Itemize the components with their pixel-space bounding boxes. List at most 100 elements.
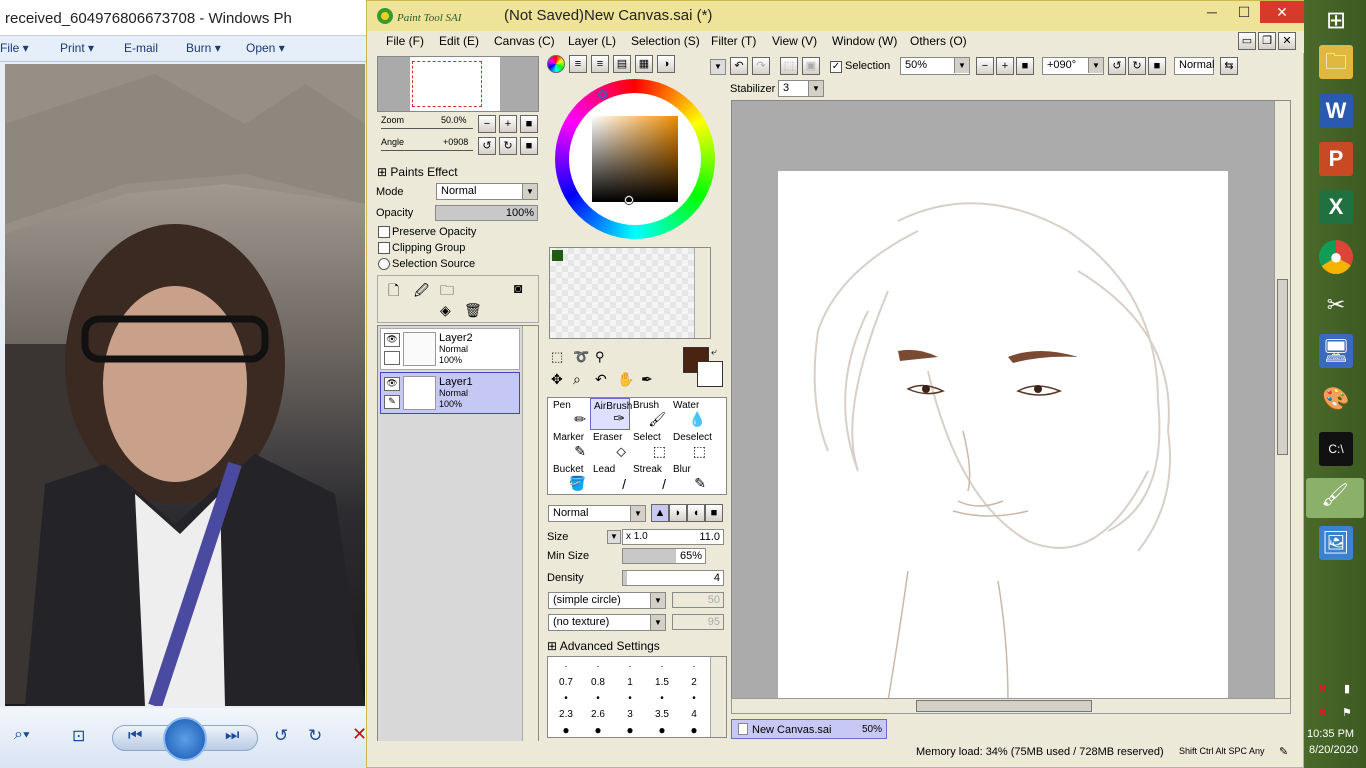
chrome-icon[interactable]: ● — [1319, 240, 1353, 274]
layer-scrollbar[interactable] — [522, 326, 538, 764]
presets-scrollbar[interactable] — [710, 657, 726, 737]
menu-email[interactable]: E-mail — [124, 41, 158, 55]
tool-airbrush[interactable]: AirBrush ✑ — [590, 398, 632, 430]
invert-selection-button[interactable]: ▣ — [802, 57, 820, 75]
saturation-value-square[interactable] — [592, 116, 678, 202]
sai-titlebar[interactable]: Paint Tool SAI (Not Saved)New Canvas.sai… — [367, 1, 1305, 31]
menu-file[interactable]: File ▾ — [0, 41, 29, 55]
tool-blur[interactable]: Blur ✎ — [670, 462, 710, 494]
tool-lead[interactable]: Lead / — [590, 462, 630, 494]
view-blend-dropdown[interactable]: Normal — [1174, 57, 1214, 75]
toolbar-rotate-left-button[interactable]: ↺ — [1108, 57, 1126, 75]
tool-marker[interactable]: Marker ✎ — [550, 430, 590, 462]
tool-select[interactable]: Select ⬚ — [630, 430, 670, 462]
zoom-out-button[interactable]: − — [478, 115, 496, 133]
swatch-green[interactable] — [552, 250, 563, 261]
slideshow-button[interactable] — [163, 717, 207, 761]
mdi-minimize-button[interactable]: ▭ — [1238, 32, 1256, 50]
menu-open[interactable]: Open ▾ — [246, 41, 285, 55]
toolbar-zoom-out-button[interactable]: − — [976, 57, 994, 75]
canvas-viewport[interactable] — [731, 100, 1291, 702]
canvas-horizontal-scrollbar[interactable] — [731, 698, 1291, 714]
navigator-preview[interactable] — [377, 56, 539, 112]
remote-desktop-icon[interactable]: 🖥 — [1319, 334, 1353, 368]
previous-icon[interactable]: ⏮ — [128, 727, 142, 745]
tool-bucket[interactable]: Bucket 🪣 — [550, 462, 590, 494]
preset-0.8[interactable]: 0.8 — [582, 677, 614, 688]
preset-2[interactable]: 2 — [678, 677, 710, 688]
angle-slider[interactable] — [381, 150, 473, 151]
edge-hard-button[interactable]: ▲ — [651, 504, 669, 522]
menu-view[interactable]: View (V) — [772, 34, 817, 48]
file-explorer-icon[interactable]: 🗀 — [1319, 45, 1353, 79]
vertical-scroll-thumb[interactable] — [1277, 279, 1288, 455]
menu-filter[interactable]: Filter (T) — [711, 34, 756, 48]
eyedropper-icon[interactable]: ✒ — [641, 371, 653, 388]
network-icon[interactable]: ✖ — [1318, 682, 1327, 695]
swatches-tab[interactable]: ▦ — [635, 55, 653, 73]
magic-wand-icon[interactable]: ⚲ — [595, 349, 605, 365]
tool-eraser[interactable]: Eraser ⬦ — [590, 430, 630, 462]
swatch-grid[interactable] — [549, 247, 711, 339]
hand-icon[interactable]: ✋ — [617, 371, 634, 388]
menu-burn[interactable]: Burn ▾ — [186, 41, 221, 55]
color-grid-tab[interactable]: ▤ — [613, 55, 631, 73]
preset-0.7[interactable]: 0.7 — [550, 677, 582, 688]
rotate-reset-button[interactable]: ■ — [520, 137, 538, 155]
layer-row-layer1[interactable]: 👁 ✎ Layer1 Normal 100% — [380, 372, 520, 414]
snipping-tool-icon[interactable]: ✂ — [1319, 288, 1353, 322]
preset-4[interactable]: 4 — [678, 709, 710, 720]
zoom-icon[interactable]: ⌕▾ — [14, 726, 30, 744]
photo-viewer-titlebar[interactable]: received_604976806673708 - Windows Ph — [0, 0, 366, 36]
excel-icon[interactable]: X — [1319, 190, 1353, 224]
tool-streak[interactable]: Streak / — [630, 462, 670, 494]
brush-texture-dropdown[interactable]: (no texture) ▼ — [548, 614, 666, 631]
menu-selection[interactable]: Selection (S) — [631, 34, 700, 48]
rotate-right-icon[interactable]: ↻ — [308, 726, 322, 746]
visibility-eye-icon[interactable]: 👁 — [384, 377, 400, 391]
maximize-button[interactable]: ☐ — [1229, 1, 1259, 23]
rotate-icon[interactable]: ↶ — [595, 371, 607, 388]
clock-date[interactable]: 8/20/2020 — [1309, 744, 1358, 756]
toolbar-rotate-reset-button[interactable]: ■ — [1148, 57, 1166, 75]
mask-icon[interactable]: ◙ — [514, 280, 522, 296]
paints-effect-header[interactable]: ⊞ Paints Effect — [377, 165, 458, 179]
size-slider[interactable]: x 1.0 11.0 — [622, 529, 724, 545]
mode-dropdown[interactable]: Normal ▼ — [436, 183, 538, 200]
preserve-opacity-checkbox[interactable] — [378, 226, 390, 238]
new-folder-icon[interactable]: 🗀 — [440, 280, 454, 304]
flip-view-button[interactable]: ⇆ — [1220, 57, 1238, 75]
layer-row-layer2[interactable]: 👁 Layer2 Normal 100% — [380, 328, 520, 370]
powerpoint-icon[interactable]: P — [1319, 142, 1353, 176]
close-button[interactable]: ✕ — [1260, 1, 1304, 23]
tool-pen[interactable]: Pen ✏ — [550, 398, 590, 430]
edge-soft-button[interactable]: ◗ — [669, 504, 687, 522]
zoom-icon[interactable]: ⌕ — [573, 371, 581, 388]
swatch-scrollbar[interactable] — [694, 248, 710, 338]
mdi-close-button[interactable]: ✕ — [1278, 32, 1296, 50]
paint-tool-sai-icon[interactable]: 🖌 — [1306, 478, 1364, 518]
menu-edit[interactable]: Edit (E) — [439, 34, 479, 48]
preset-1[interactable]: 1 — [614, 677, 646, 688]
edge-square-button[interactable]: ■ — [705, 504, 723, 522]
toolbar-menu-dropdown[interactable]: ▼ — [710, 59, 726, 75]
zoom-in-button[interactable]: + — [499, 115, 517, 133]
hsv-slider-tab[interactable]: ≡ — [591, 55, 609, 73]
paint-brush-icon[interactable]: ✎ — [384, 395, 400, 409]
shape-strength-slider[interactable]: 50 — [672, 592, 724, 608]
rect-select-icon[interactable]: ⬚ — [551, 349, 563, 365]
selection-checkbox[interactable]: ✓ — [830, 61, 842, 73]
toolbar-rotate-right-button[interactable]: ↻ — [1128, 57, 1146, 75]
photo-viewer-icon[interactable]: 🖼 — [1319, 526, 1353, 560]
menu-window[interactable]: Window (W) — [832, 34, 897, 48]
min-size-slider[interactable]: 65% — [622, 548, 706, 564]
hue-ring[interactable] — [555, 79, 715, 239]
size-mult-dropdown[interactable]: ▼ — [607, 530, 621, 544]
preset-2.3[interactable]: 2.3 — [550, 709, 582, 720]
fit-icon[interactable]: ⊡ — [72, 726, 85, 746]
brush-shape-dropdown[interactable]: (simple circle) ▼ — [548, 592, 666, 609]
color-wheel-tab[interactable] — [547, 55, 565, 73]
menu-layer[interactable]: Layer (L) — [568, 34, 616, 48]
volume-icon[interactable]: ✖ — [1318, 706, 1327, 719]
word-icon[interactable]: W — [1319, 94, 1353, 128]
